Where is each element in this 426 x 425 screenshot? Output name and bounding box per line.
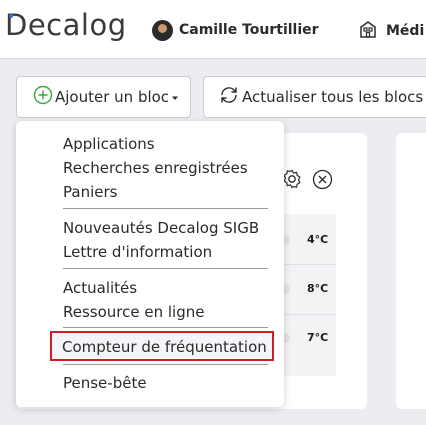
avatar	[152, 19, 173, 41]
plus-circle-icon	[33, 85, 53, 109]
menu-separator	[63, 268, 268, 269]
top-bar: Decalog Camille Tourtillier Médi	[0, 0, 426, 59]
gear-icon[interactable]	[281, 168, 303, 194]
site-selector[interactable]: Médi	[358, 19, 424, 43]
logo-mark	[9, 14, 13, 18]
logo[interactable]: Decalog	[5, 8, 127, 42]
close-icon[interactable]	[312, 169, 333, 194]
temperature: 4°C	[307, 233, 329, 246]
add-block-label: Ajouter un bloc	[55, 88, 170, 106]
menu-item-decalog-news[interactable]: Nouveautés Decalog SIGB	[63, 218, 259, 238]
user-name: Camille Tourtillier	[179, 22, 319, 38]
refresh-icon	[218, 84, 240, 110]
menu-item-online-resource[interactable]: Ressource en ligne	[63, 302, 204, 322]
building-icon	[358, 19, 378, 43]
menu-item-saved-searches[interactable]: Recherches enregistrées	[63, 158, 248, 178]
menu-item-applications[interactable]: Applications	[63, 134, 155, 154]
temperature: 7°C	[307, 331, 329, 344]
menu-item-attendance-counter[interactable]: Compteur de fréquentation	[62, 337, 267, 357]
caret-down-icon	[171, 88, 179, 106]
menu-item-notepad[interactable]: Pense-bête	[63, 373, 147, 393]
menu-separator	[63, 364, 268, 365]
menu-separator	[63, 208, 268, 209]
site-name: Médi	[386, 23, 425, 39]
temperature: 8°C	[307, 282, 329, 295]
menu-item-newsletter[interactable]: Lettre d'information	[63, 242, 212, 262]
add-block-button[interactable]: Ajouter un bloc	[16, 76, 191, 118]
refresh-all-label: Actualiser tous les blocs	[242, 88, 424, 106]
menu-item-baskets[interactable]: Paniers	[63, 182, 117, 202]
second-card	[396, 133, 426, 409]
menu-separator	[63, 327, 268, 328]
menu-item-news[interactable]: Actualités	[63, 278, 137, 298]
user-menu[interactable]: Camille Tourtillier	[152, 19, 319, 41]
refresh-all-button[interactable]: Actualiser tous les blocs	[203, 76, 426, 118]
